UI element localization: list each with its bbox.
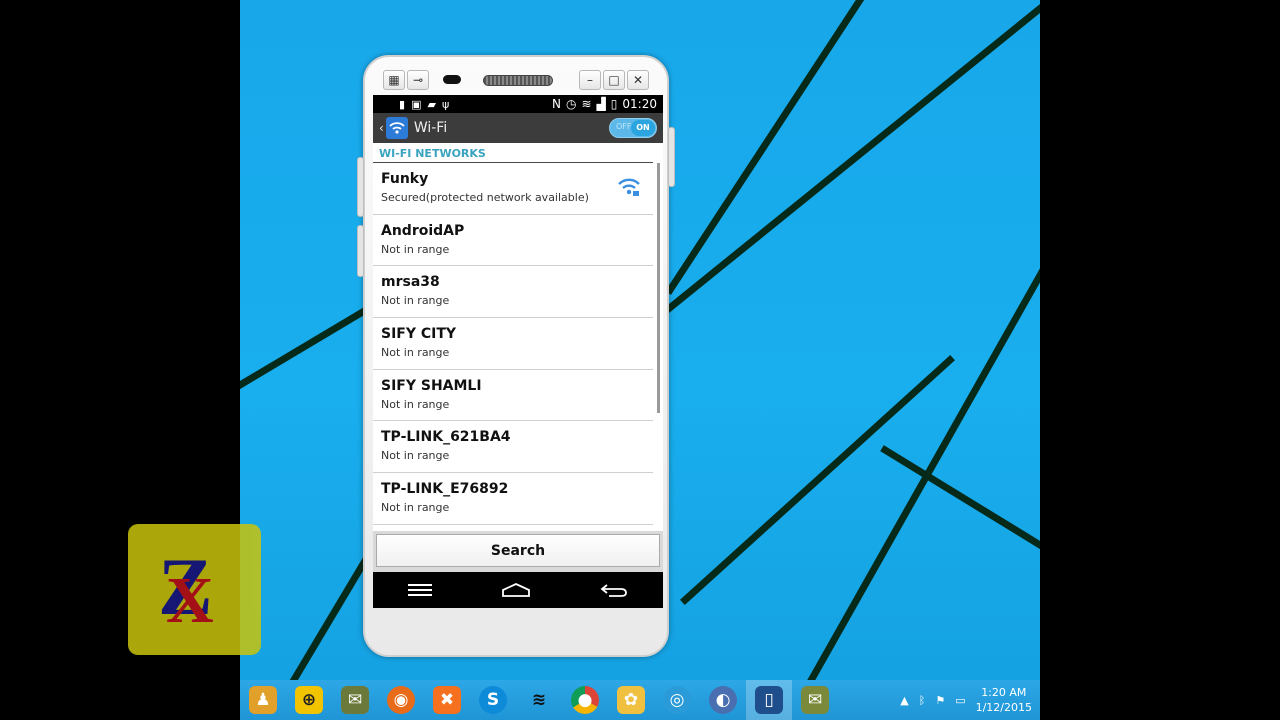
phone-screen: ▮ ▣ ▰ ψ N ◷ ≋ ▟ ▯ 01:20 ‹ Wi-Fi OFF ON W… — [373, 95, 663, 608]
network-item-tp-link-621ba4[interactable]: TP-LINK_621BA4 Not in range — [373, 421, 653, 474]
alarm-icon: ◷ — [566, 97, 577, 111]
network-icon[interactable]: ▭ — [955, 694, 965, 707]
network-name: SIFY SHAMLI — [381, 377, 482, 394]
taskbar-clock[interactable]: 1:20 AM 1/12/2015 — [976, 685, 1032, 715]
network-status: Not in range — [381, 449, 450, 463]
network-item-androidap[interactable]: AndroidAP Not in range — [373, 215, 653, 267]
screenshot-icon: ▣ — [411, 97, 422, 111]
network-list[interactable]: Funky Secured(protected network availabl… — [373, 163, 663, 531]
wifi-status-icon: ≋ — [581, 97, 592, 111]
taskbar-firefox-icon[interactable]: ◉ — [378, 680, 424, 720]
page-title: Wi-Fi — [413, 120, 448, 136]
system-tray: ▲ ᛒ ⚑ ▭ 1:20 AM 1/12/2015 — [900, 680, 1032, 720]
taskbar-paint-icon[interactable]: ✿ — [608, 680, 654, 720]
wifi-toggle[interactable]: OFF ON — [609, 118, 657, 138]
taskbar-wifi-icon[interactable]: ≋ — [516, 680, 562, 720]
network-status: Secured(protected network available) — [381, 191, 589, 204]
search-bar: Search — [373, 531, 663, 572]
home-icon[interactable] — [501, 582, 531, 598]
status-bar: ▮ ▣ ▰ ψ N ◷ ≋ ▟ ▯ 01:20 — [373, 95, 663, 113]
wifi-settings-icon[interactable] — [385, 117, 408, 139]
toggle-on-label: ON — [631, 120, 655, 136]
plug-icon[interactable]: ⊸ — [407, 70, 429, 90]
toggle-off-label: OFF — [616, 122, 632, 131]
close-icon[interactable]: ✕ — [627, 70, 649, 90]
battery-icon: ▯ — [610, 97, 618, 111]
message-icon: ▰ — [427, 97, 436, 111]
network-item-sify-shamli[interactable]: SIFY SHAMLI Not in range — [373, 370, 653, 422]
maximize-icon[interactable]: □ — [603, 70, 625, 90]
volume-button[interactable] — [357, 157, 364, 217]
network-status: Not in range — [381, 346, 450, 360]
emulator-toolbar: ▦ ⊸ – □ ✕ — [365, 65, 667, 95]
network-item-tp-link-e76892[interactable]: TP-LINK_E76892 Not in range — [373, 473, 653, 525]
network-status: Not in range — [381, 501, 450, 515]
watermark-logo: Z X — [128, 524, 261, 655]
action-center-flag-icon[interactable]: ⚑ — [935, 694, 945, 707]
usb-icon: ψ — [441, 97, 450, 111]
taskbar-user-icon[interactable]: ♟ — [240, 680, 286, 720]
taskbar-emulator-icon[interactable]: ▯ — [746, 680, 792, 720]
network-name: SIFY CITY — [381, 326, 457, 343]
windows-taskbar: ♟ ⊕ ✉ ◉ ✖ S ≋ ● ✿ ◎ ◐ ▯ ✉ ▲ ᛒ ⚑ ▭ 1:20 A… — [240, 680, 1040, 720]
wifi-signal-lock-icon — [618, 178, 640, 196]
camera-icon — [443, 75, 461, 84]
taskbar-globe-icon[interactable]: ⊕ — [286, 680, 332, 720]
back-chevron-icon[interactable]: ‹ — [379, 121, 384, 135]
section-header: WI-FI NETWORKS — [373, 143, 653, 163]
network-status: Not in range — [381, 397, 450, 411]
volume-down-button[interactable] — [357, 225, 364, 277]
grid-icon[interactable]: ▦ — [383, 70, 405, 90]
taskbar-skype-icon[interactable]: S — [470, 680, 516, 720]
taskbar-torrent-icon[interactable]: ◐ — [700, 680, 746, 720]
status-time: 01:20 — [622, 97, 657, 111]
taskbar-xampp-icon[interactable]: ✖ — [424, 680, 470, 720]
taskbar-mail-icon[interactable]: ✉ — [332, 680, 378, 720]
svg-text:X: X — [166, 564, 214, 637]
back-icon[interactable] — [599, 582, 629, 598]
network-item-funky[interactable]: Funky Secured(protected network availabl… — [373, 163, 653, 215]
clock-date: 1/12/2015 — [975, 701, 1032, 714]
search-button[interactable]: Search — [376, 534, 660, 567]
network-status: Not in range — [381, 242, 450, 256]
network-name: mrsa38 — [381, 274, 440, 291]
menu-icon[interactable] — [407, 582, 433, 598]
power-button[interactable] — [668, 127, 675, 187]
network-name: AndroidAP — [381, 222, 465, 239]
action-bar: ‹ Wi-Fi OFF ON — [373, 113, 663, 143]
nfc-icon: N — [552, 97, 562, 111]
network-name: Funky — [381, 171, 429, 187]
network-status: Not in range — [381, 294, 450, 308]
network-item-mrsa38[interactable]: mrsa38 Not in range — [373, 266, 653, 319]
taskbar-mail-alert-icon[interactable]: ✉ — [792, 680, 838, 720]
screen-root: Z X ▦ ⊸ – □ ✕ ▮ ▣ ▰ ψ N ◷ ≋ ▟ ▯ 01:20 ‹ … — [0, 0, 1280, 720]
bluetooth-icon[interactable]: ᛒ — [919, 694, 926, 707]
network-name: TP-LINK_E76892 — [381, 481, 509, 498]
speaker-grille — [483, 75, 553, 86]
taskbar-hotspot-icon[interactable]: ◎ — [654, 680, 700, 720]
signal-icon: ▟ — [596, 97, 606, 111]
nav-bar — [373, 572, 663, 608]
network-item-sify-city[interactable]: SIFY CITY Not in range — [373, 318, 653, 370]
list-scrollbar[interactable] — [657, 163, 660, 413]
show-hidden-icons-icon[interactable]: ▲ — [900, 694, 908, 707]
battery-alert-icon: ▮ — [399, 97, 406, 111]
clock-time: 1:20 AM — [981, 686, 1027, 699]
minimize-icon[interactable]: – — [579, 70, 601, 90]
taskbar-chrome-icon[interactable]: ● — [562, 680, 608, 720]
network-name: TP-LINK_621BA4 — [381, 429, 511, 446]
phone-emulator: ▦ ⊸ – □ ✕ ▮ ▣ ▰ ψ N ◷ ≋ ▟ ▯ 01:20 ‹ Wi-F… — [357, 55, 675, 657]
